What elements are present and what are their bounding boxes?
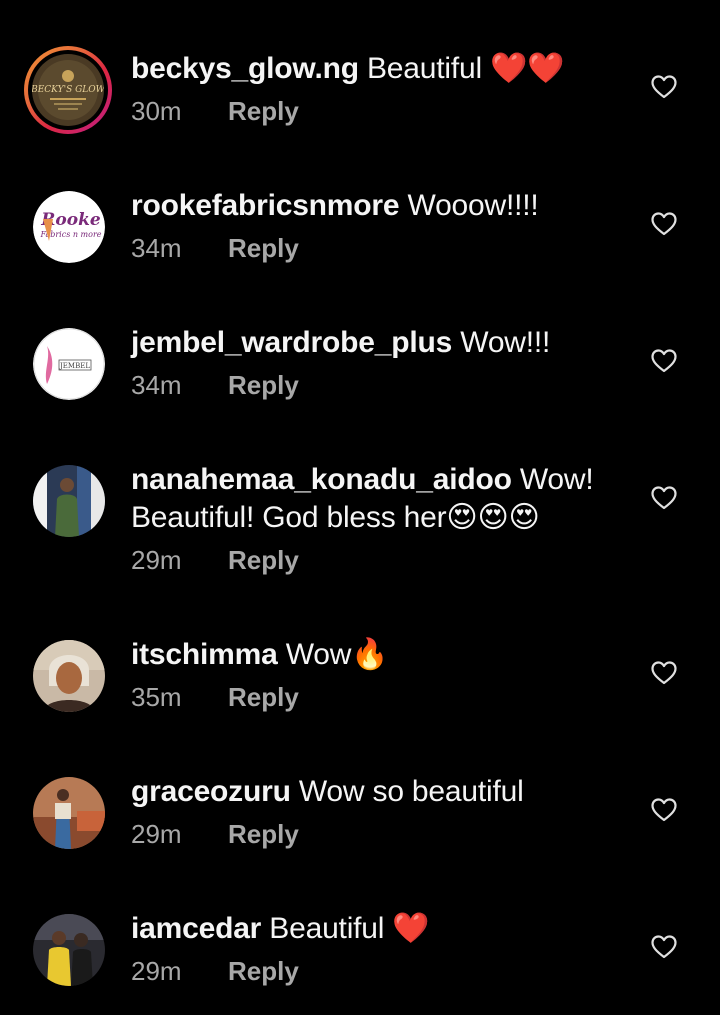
comment-text: Wooow!!!! [407,189,539,222]
timestamp: 34m [131,233,182,263]
comment-body: graceozuru Wow so beautiful 29m Reply [131,773,611,850]
username[interactable]: jembel_wardrobe_plus [131,326,452,359]
username[interactable]: rookefabricsnmore [131,189,400,222]
reply-button[interactable]: Reply [228,956,299,987]
timestamp: 35m [131,682,182,712]
heart-outline-icon[interactable] [651,349,677,373]
comment-body: iamcedar Beautiful ❤️ 29m Reply [131,910,611,987]
reply-button[interactable]: Reply [228,370,299,401]
avatar[interactable] [33,914,105,986]
avatar-logo-text: BECKY'S GLOW [32,85,104,95]
timestamp: 34m [131,370,182,400]
heart-outline-icon[interactable] [651,798,677,822]
avatar[interactable] [33,777,105,849]
comment-text: Wow!!! [460,326,551,359]
reply-button[interactable]: Reply [228,96,299,127]
avatar[interactable] [33,465,105,537]
avatar-logo-text: JEMBEL [59,362,90,370]
comment-text: Wow🔥 [285,638,389,671]
heart-outline-icon[interactable] [651,212,677,236]
timestamp: 30m [131,96,182,126]
username[interactable]: iamcedar [131,912,261,945]
heart-outline-icon[interactable] [651,935,677,959]
reply-button[interactable]: Reply [228,233,299,264]
username[interactable]: itschimma [131,638,278,671]
avatar[interactable] [33,640,105,712]
avatar[interactable]: BECKY'S GLOW [24,46,112,134]
avatar[interactable]: JEMBEL [33,328,105,400]
avatar[interactable]: Rooke Fabrics n more [33,191,105,263]
comment-text: Wow so beautiful [298,775,524,808]
reply-button[interactable]: Reply [228,819,299,850]
timestamp: 29m [131,545,182,575]
comment-body: jembel_wardrobe_plus Wow!!! 34m Reply [131,324,611,401]
username[interactable]: beckys_glow.ng [131,52,359,85]
heart-outline-icon[interactable] [651,486,677,510]
reply-button[interactable]: Reply [228,545,299,576]
comment-text: Beautiful ❤️❤️ [366,52,565,85]
comment-body: nanahemaa_konadu_aidoo Wow! Beautiful! G… [131,461,611,576]
comment-body: beckys_glow.ng Beautiful ❤️❤️ 30m Reply [131,50,611,127]
heart-outline-icon[interactable] [651,661,677,685]
comment-text: Beautiful ❤️ [269,912,430,945]
comments-list: BECKY'S GLOW beckys_glow.ng Beautiful ❤️… [0,0,720,1015]
timestamp: 29m [131,956,182,986]
comment-body: rookefabricsnmore Wooow!!!! 34m Reply [131,187,611,264]
heart-outline-icon[interactable] [651,75,677,99]
comment-body: itschimma Wow🔥 35m Reply [131,636,611,713]
username[interactable]: nanahemaa_konadu_aidoo [131,463,512,496]
timestamp: 29m [131,819,182,849]
username[interactable]: graceozuru [131,775,291,808]
reply-button[interactable]: Reply [228,682,299,713]
